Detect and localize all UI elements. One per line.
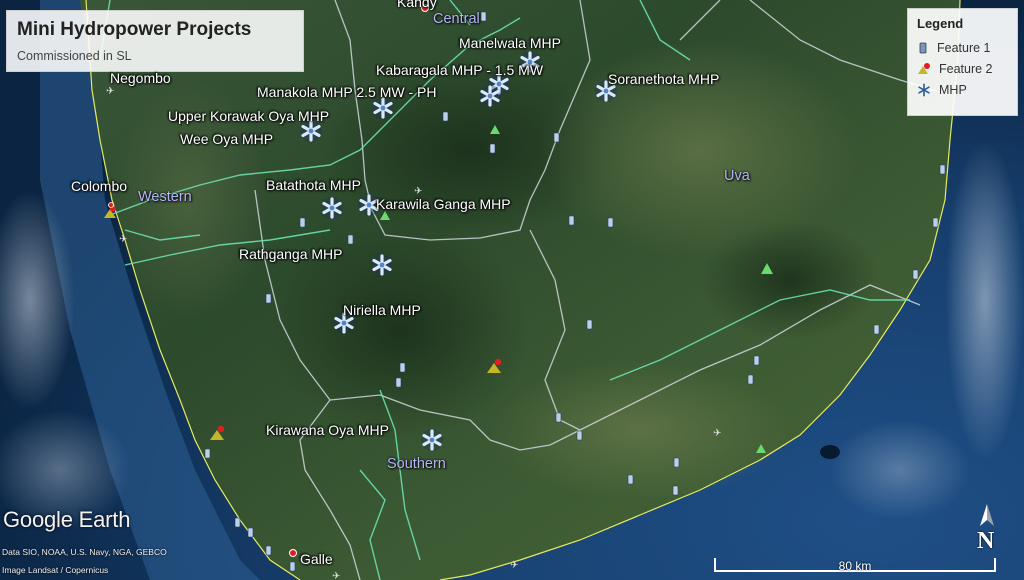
well-icon[interactable] xyxy=(586,319,593,330)
legend-title: Legend xyxy=(917,16,964,31)
north-arrow-icon xyxy=(980,504,994,526)
snowflake-icon[interactable] xyxy=(371,254,393,276)
well-icon[interactable] xyxy=(939,164,946,175)
plain-light xyxy=(490,360,790,500)
google-earth-logo: Google Earth xyxy=(3,507,131,532)
well-icon[interactable] xyxy=(873,324,880,335)
label-kandy[interactable]: Kandy xyxy=(397,0,437,10)
label-manelwala-mhp[interactable]: Manelwala MHP xyxy=(459,35,561,51)
legend-label: Feature 1 xyxy=(937,40,991,55)
well-icon[interactable] xyxy=(265,293,272,304)
scale-bar: 80 km xyxy=(714,556,996,576)
label-manakola-mhp[interactable]: Manakola MHP 2.5 MW - PH xyxy=(257,84,436,100)
snowflake-icon[interactable] xyxy=(421,429,443,451)
well-icon xyxy=(919,42,927,53)
snowflake-icon[interactable] xyxy=(372,97,394,119)
label-kirawana-oya-mhp[interactable]: Kirawana Oya MHP xyxy=(266,422,389,438)
airport-icon[interactable]: ✈ xyxy=(106,86,114,97)
well-icon[interactable] xyxy=(399,362,406,373)
well-icon[interactable] xyxy=(607,217,614,228)
well-icon[interactable] xyxy=(489,143,496,154)
label-batathota-mhp[interactable]: Batathota MHP xyxy=(266,177,361,193)
well-icon[interactable] xyxy=(568,215,575,226)
well-icon[interactable] xyxy=(576,430,583,441)
legend-label: MHP xyxy=(939,82,967,97)
label-soranethota-mhp[interactable]: Soranethota MHP xyxy=(608,71,719,87)
north-label: N xyxy=(977,528,995,554)
city-dot-galle[interactable] xyxy=(289,549,297,557)
well-icon[interactable] xyxy=(247,527,254,538)
well-icon[interactable] xyxy=(289,561,296,572)
well-icon[interactable] xyxy=(932,217,939,228)
label-colombo[interactable]: Colombo xyxy=(71,178,127,194)
well-icon[interactable] xyxy=(553,132,560,143)
map-subtitle: Commissioned in SL xyxy=(17,49,132,63)
region-central[interactable]: Central xyxy=(433,11,480,27)
well-icon[interactable] xyxy=(480,11,487,22)
well-icon[interactable] xyxy=(234,517,241,528)
well-icon[interactable] xyxy=(204,448,211,459)
label-kabaragala-mhp[interactable]: Kabaragala MHP - 1.5 MW xyxy=(376,62,543,78)
imagery-credit: Image Landsat / Copernicus xyxy=(2,565,109,575)
well-icon[interactable] xyxy=(747,374,754,385)
well-icon[interactable] xyxy=(395,377,402,388)
cloud xyxy=(820,445,840,459)
well-icon[interactable] xyxy=(672,485,679,496)
cloud xyxy=(830,420,970,520)
well-icon[interactable] xyxy=(912,269,919,280)
legend-item-feature-2[interactable]: Feature 2 xyxy=(917,58,1008,79)
snowflake-icon[interactable] xyxy=(321,197,343,219)
scale-label: 80 km xyxy=(838,559,872,573)
well-icon[interactable] xyxy=(299,217,306,228)
well-icon[interactable] xyxy=(673,457,680,468)
airport-icon[interactable]: ✈ xyxy=(510,560,518,571)
well-icon[interactable] xyxy=(753,355,760,366)
label-wee-oya-mhp[interactable]: Wee Oya MHP xyxy=(180,131,273,147)
satellite-map[interactable]: ✈ ✈ ✈ ✈ ✈ ✈ xyxy=(0,0,1024,580)
well-icon[interactable] xyxy=(555,412,562,423)
well-icon[interactable] xyxy=(347,234,354,245)
label-negombo[interactable]: Negombo xyxy=(110,70,171,86)
city-dot-colombo[interactable] xyxy=(108,202,114,208)
label-galle[interactable]: Galle xyxy=(300,551,333,567)
airport-icon[interactable]: ✈ xyxy=(713,428,721,439)
airport-icon[interactable]: ✈ xyxy=(332,571,340,580)
airport-icon[interactable]: ✈ xyxy=(119,234,127,245)
well-icon[interactable] xyxy=(265,545,272,556)
region-uva[interactable]: Uva xyxy=(724,168,750,184)
label-niriella-mhp[interactable]: Niriella MHP xyxy=(343,302,421,318)
well-icon[interactable] xyxy=(442,111,449,122)
legend-panel: Legend Feature 1 Feature 2 MHP xyxy=(907,8,1018,116)
data-credit: Data SIO, NOAA, U.S. Navy, NGA, GEBCO xyxy=(2,547,167,557)
legend-label: Feature 2 xyxy=(939,61,993,76)
snowflake-icon[interactable] xyxy=(479,85,501,107)
label-rathganga-mhp[interactable]: Rathganga MHP xyxy=(239,246,343,262)
snowflake-icon xyxy=(918,83,930,96)
cloud xyxy=(945,140,1024,460)
legend-item-mhp[interactable]: MHP xyxy=(917,79,1008,100)
label-karawila-ganga-mhp[interactable]: Karawila Ganga MHP xyxy=(376,196,511,212)
well-icon[interactable] xyxy=(627,474,634,485)
mountain-pin-icon xyxy=(918,62,930,74)
north-arrow: N xyxy=(975,502,1001,560)
label-upper-korawak-oya-mhp[interactable]: Upper Korawak Oya MHP xyxy=(168,108,329,124)
map-title: Mini Hydropower Projects xyxy=(17,19,252,40)
title-panel: Mini Hydropower Projects Commissioned in… xyxy=(6,10,304,72)
region-western[interactable]: Western xyxy=(138,189,192,205)
region-southern[interactable]: Southern xyxy=(387,456,446,472)
legend-item-feature-1[interactable]: Feature 1 xyxy=(917,37,1008,58)
